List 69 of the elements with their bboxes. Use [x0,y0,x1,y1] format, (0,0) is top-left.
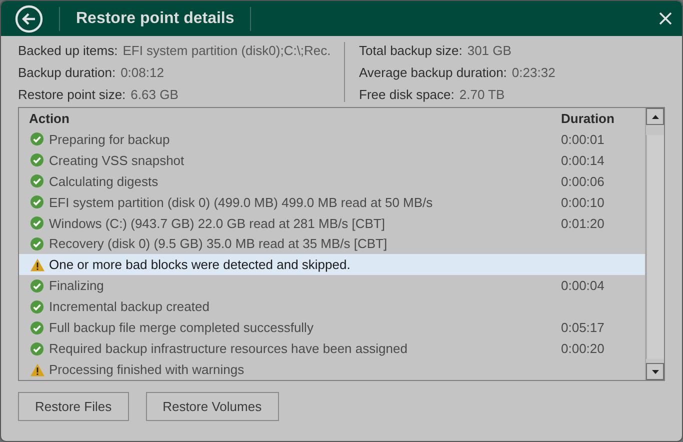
scroll-down-button[interactable] [646,363,664,380]
check-icon [30,300,44,314]
info-value: EFI system partition (disk0);C:\;Rec. [122,43,331,58]
action-button[interactable]: Restore Volumes [146,392,279,421]
table-row[interactable]: Windows (C:) (943.7 GB) 22.0 GB read at 281 MB/s [CBT] 0:01:20 [19,212,645,234]
table-row[interactable]: Processing finished with warnings [19,359,645,380]
close-icon [659,12,672,25]
action-button[interactable]: Restore Files [18,392,129,421]
check-icon [30,278,44,293]
table-row[interactable]: One or more bad blocks were detected and skipped. [19,254,645,276]
action-text: Full backup file merge completed successfully [49,320,314,336]
action-text: Finalizing [49,278,105,294]
table-row[interactable]: Required backup infrastructure resources have been assigned 0:00:20 [19,338,645,360]
table-row[interactable]: Incremental backup created [19,296,645,318]
action-text: EFI system partition (disk 0) (499.0 MB) 499.0 MB read at 50 MB/s [49,194,434,210]
column-header[interactable]: Duration [561,110,645,126]
action-text: Processing finished with warnings [49,362,246,378]
check-icon [30,132,44,146]
info-value: 2.70 TB [459,87,505,102]
check-icon [30,195,44,210]
up-arrow-icon [652,114,658,118]
action-text: Windows (C:) (943.7 GB) 22.0 GB read at 281 MB/s [CBT] [49,216,386,231]
info-label: Restore point size: [18,87,126,102]
info-label: Free disk space: [359,87,454,102]
table-row[interactable]: EFI system partition (disk 0) (499.0 MB) 499.0 MB read at 50 MB/s 0:00:10 [19,192,645,213]
action-text: One or more bad blocks were detected and skipped. [49,257,352,272]
check-icon [30,320,44,335]
table-row[interactable]: Creating VSS snapshot 0:00:14 [19,150,645,171]
table-row[interactable]: Recovery (disk 0) (9.5 GB) 35.0 MB read at 35 MB/s [CBT] [19,234,645,254]
action-text: Creating VSS snapshot [49,152,186,168]
action-text: Preparing for backup [49,132,171,147]
down-arrow-icon [652,370,658,374]
duration-text: 0:00:10 [561,194,606,210]
info-label: Total backup size: [359,43,462,58]
duration-text: 0:00:06 [561,174,606,189]
info-label: Backup duration: [18,65,116,80]
check-icon [30,236,44,251]
duration-text: 0:00:04 [561,278,606,294]
duration-text: 0:00:01 [561,132,606,147]
table-row[interactable]: Calculating digests 0:00:06 [19,170,645,192]
info-label: Backed up items: [18,43,118,58]
table-row[interactable]: Finalizing 0:00:04 [19,275,645,296]
column-header[interactable]: Action [29,110,561,126]
check-icon [30,174,44,188]
check-icon [30,216,44,230]
action-text: Incremental backup created [49,299,210,314]
info-value: 301 GB [467,43,512,58]
action-text: Calculating digests [49,174,160,189]
window-title: Restore point details [76,10,234,28]
check-icon [30,342,44,356]
back-button[interactable] [15,4,43,32]
duration-text: 0:01:20 [561,216,606,231]
info-label: Average backup duration: [359,65,507,80]
warning-icon [30,258,45,272]
info-value: 6.63 GB [130,87,178,102]
table-row[interactable]: Preparing for backup 0:00:01 [19,128,645,150]
info-value: 0:23:32 [512,65,556,80]
duration-text: 0:05:17 [561,320,606,336]
check-icon [30,153,44,168]
close-button[interactable] [659,12,672,25]
table-row[interactable]: Full backup file merge completed successfully 0:05:17 [19,317,645,338]
scroll-up-button[interactable] [646,108,664,125]
duration-text: 0:00:14 [561,152,606,168]
warning-icon [30,362,45,377]
duration-text: 0:00:20 [561,341,606,356]
back-icon [15,4,43,32]
action-text: Recovery (disk 0) (9.5 GB) 35.0 MB read at 35 MB/s [CBT] [49,236,388,252]
action-text: Required backup infrastructure resources have been assigned [49,341,408,356]
info-value: 0:08:12 [120,65,164,80]
